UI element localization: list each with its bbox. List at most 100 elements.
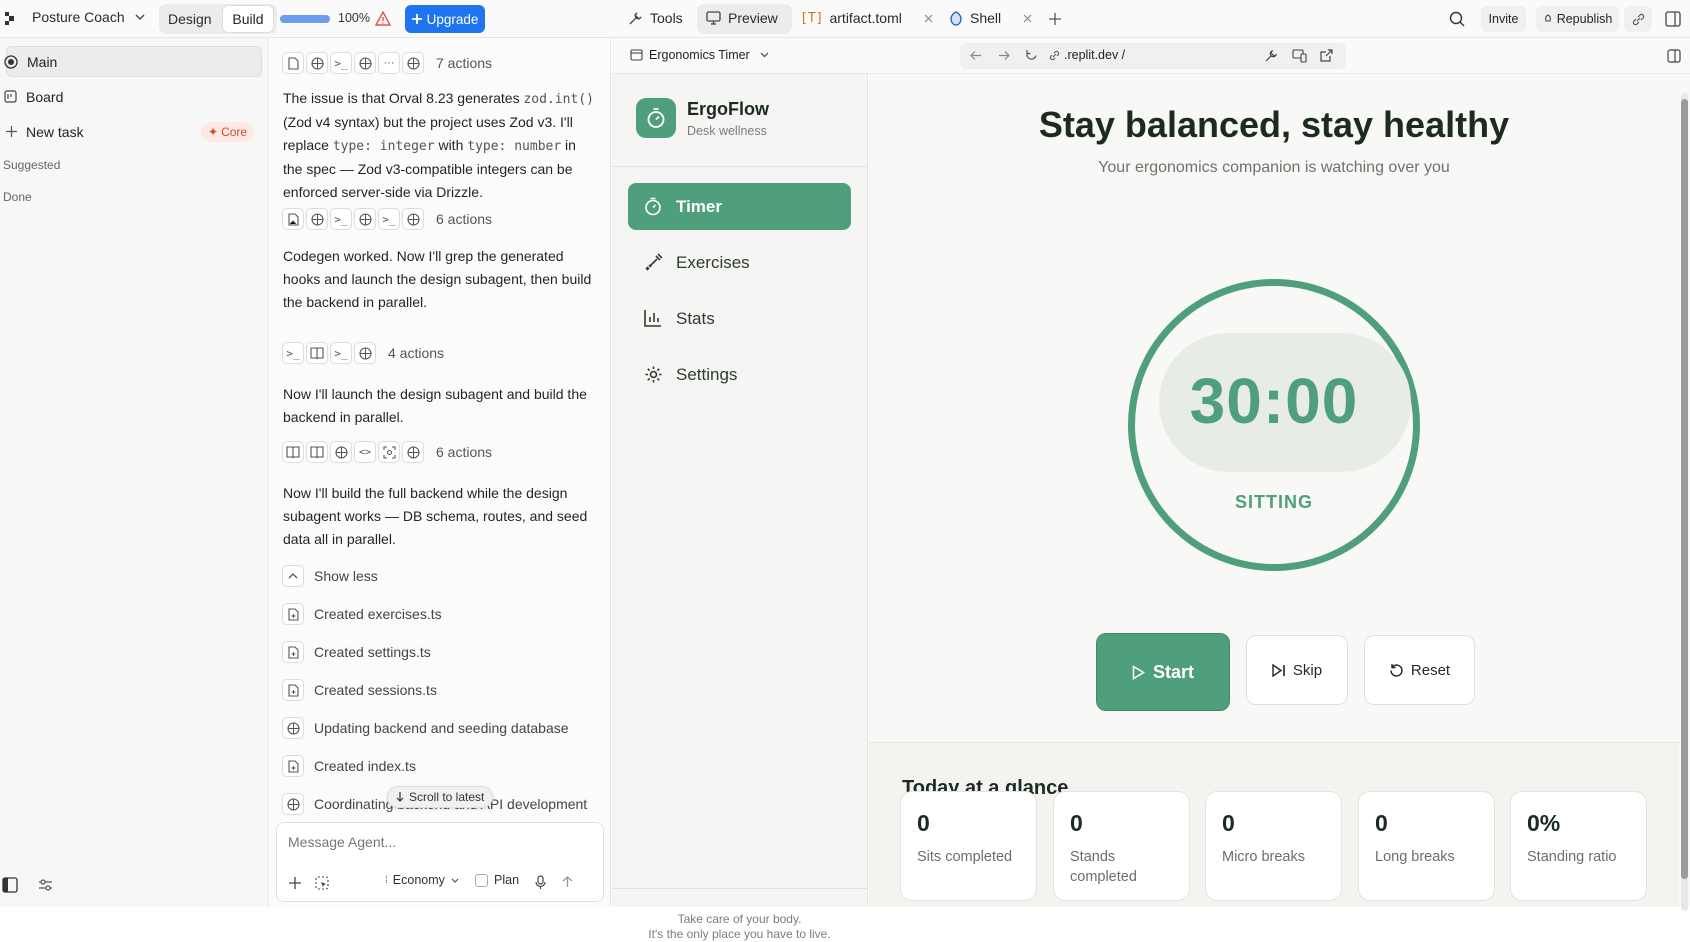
file-action-item[interactable]: Created sessions.ts [282,679,437,701]
open-external-icon[interactable] [1320,49,1333,62]
skip-button[interactable]: Skip [1246,635,1348,705]
app-nav-stats[interactable]: Stats [628,295,851,342]
file-action-label: Created exercises.ts [314,606,442,622]
mode-design-button[interactable]: Design [168,11,212,27]
forward-arrow-icon[interactable] [998,50,1010,61]
scroll-to-latest-button[interactable]: Scroll to latest [387,786,494,808]
action-group[interactable]: <> 6 actions [282,441,492,463]
screenshot-icon [378,441,400,463]
microphone-icon[interactable] [535,875,546,890]
show-less-toggle[interactable]: Show less [282,565,378,587]
tab-tools[interactable]: Tools [628,10,683,26]
timer-value: 30:00 [1189,365,1359,437]
app-selector[interactable]: Ergonomics Timer [630,48,769,62]
file-action-label: Created sessions.ts [314,682,437,698]
warning-icon[interactable] [375,11,391,26]
add-tab-icon[interactable] [1049,13,1061,25]
chevron-down-icon [135,14,145,20]
sidebar-item-main-label: Main [27,53,58,70]
upgrade-button[interactable]: Upgrade [405,5,485,33]
terminal-icon: >_ [378,208,400,230]
action-count: 6 actions [436,444,493,460]
message-input[interactable]: Message Agent... [288,834,396,850]
model-icon: ⁞ [385,874,388,886]
reset-label: Reset [1410,661,1451,679]
footer-line: Take care of your body. [677,912,802,926]
app-brand: ErgoFlow [687,99,769,119]
agent-message: Now I'll build the full backend while th… [283,485,588,547]
gear-icon [644,365,663,384]
stat-card-sits: 0 Sits completed [900,791,1037,901]
action-group[interactable]: >_ ··· 7 actions [282,52,492,74]
scrollbar-track[interactable] [1681,93,1688,911]
responsive-icon[interactable] [1292,49,1307,63]
file-action-item[interactable]: Created exercises.ts [282,603,442,625]
url-field[interactable]: .replit.dev / [1049,48,1125,62]
panel-toggle-icon[interactable] [1665,11,1681,27]
project-selector[interactable]: Posture Coach [32,9,145,25]
tab-shell[interactable]: Shell [949,10,1032,26]
close-icon[interactable] [924,14,933,23]
stat-card-micro-breaks: 0 Micro breaks [1205,791,1342,901]
devtools-wrench-icon[interactable] [1264,49,1278,63]
task-sidebar: Main Board New task ✦ Core Suggested Done [0,38,269,907]
sidebar-item-board[interactable]: Board [4,81,262,112]
tab-shell-label: Shell [970,10,1002,26]
plan-toggle[interactable]: Plan [475,873,519,887]
scrollbar-thumb[interactable] [1681,99,1688,879]
replit-logo-icon[interactable] [4,12,15,25]
app-nav-exercises[interactable]: Exercises [628,239,851,286]
inline-code: zod.int() [523,92,594,107]
plan-checkbox[interactable] [475,873,488,887]
app-selector-label: Ergonomics Timer [649,48,750,62]
search-icon[interactable] [1449,11,1465,27]
globe-icon [330,441,352,463]
stat-card-standing-ratio: 0% Standing ratio [1510,791,1647,901]
globe-icon [354,342,376,364]
share-link-button[interactable] [1624,6,1652,32]
core-badge: ✦ Core [201,122,255,142]
done-section[interactable]: Done [3,190,32,204]
message-text: with [434,137,468,153]
sidebar-item-board-label: Board [26,88,64,105]
sidebar-item-main[interactable]: Main [4,46,262,77]
file-action-item[interactable]: Created index.ts [282,755,416,777]
select-element-icon[interactable] [315,876,329,890]
terminal-icon: >_ [330,52,352,74]
plus-icon [6,126,17,137]
plus-icon[interactable] [289,877,301,889]
book-icon [282,441,304,463]
action-group[interactable]: >_ >_ 4 actions [282,342,444,364]
mode-build-label: Build [232,11,264,27]
agent-message: The issue is that Orval 8.23 generates z… [283,87,597,204]
app-nav-settings[interactable]: Settings [628,351,851,398]
invite-button[interactable]: Invite [1481,6,1526,32]
tab-preview[interactable]: Preview [706,10,778,26]
back-arrow-icon[interactable] [970,50,982,61]
file-action-item[interactable]: Created settings.ts [282,641,431,663]
suggested-section[interactable]: Suggested [3,158,60,172]
republish-button[interactable]: Republish [1536,6,1619,32]
chevron-up-icon [282,565,304,587]
file-action-label: Created settings.ts [314,644,431,660]
model-selector[interactable]: ⁞ Economy [385,873,459,887]
app-nav-timer[interactable]: Timer [628,183,851,230]
tab-artifact-toml[interactable]: [T] artifact.toml [800,10,933,26]
start-button[interactable]: Start [1096,633,1230,711]
stopwatch-icon [646,107,666,129]
action-group[interactable]: >_ >_ 6 actions [282,208,492,230]
address-bar: .replit.dev / [960,43,1346,69]
action-count: 7 actions [436,55,493,71]
send-arrow-icon[interactable] [562,876,573,888]
mode-build-button[interactable]: Build [222,5,274,33]
reset-button[interactable]: Reset [1364,635,1475,705]
sidebar-toggle-icon[interactable] [2,877,18,893]
refresh-icon[interactable] [1025,49,1038,62]
split-view-icon[interactable] [1667,49,1681,63]
app-footer: Take care of your body. It's the only pl… [612,912,867,942]
close-icon[interactable] [1023,14,1032,23]
stat-value: 0 [1070,810,1083,836]
settings-sliders-icon[interactable] [38,878,53,892]
file-action-item[interactable]: Updating backend and seeding database [282,717,569,739]
file-action-label: Updating backend and seeding database [314,720,569,736]
